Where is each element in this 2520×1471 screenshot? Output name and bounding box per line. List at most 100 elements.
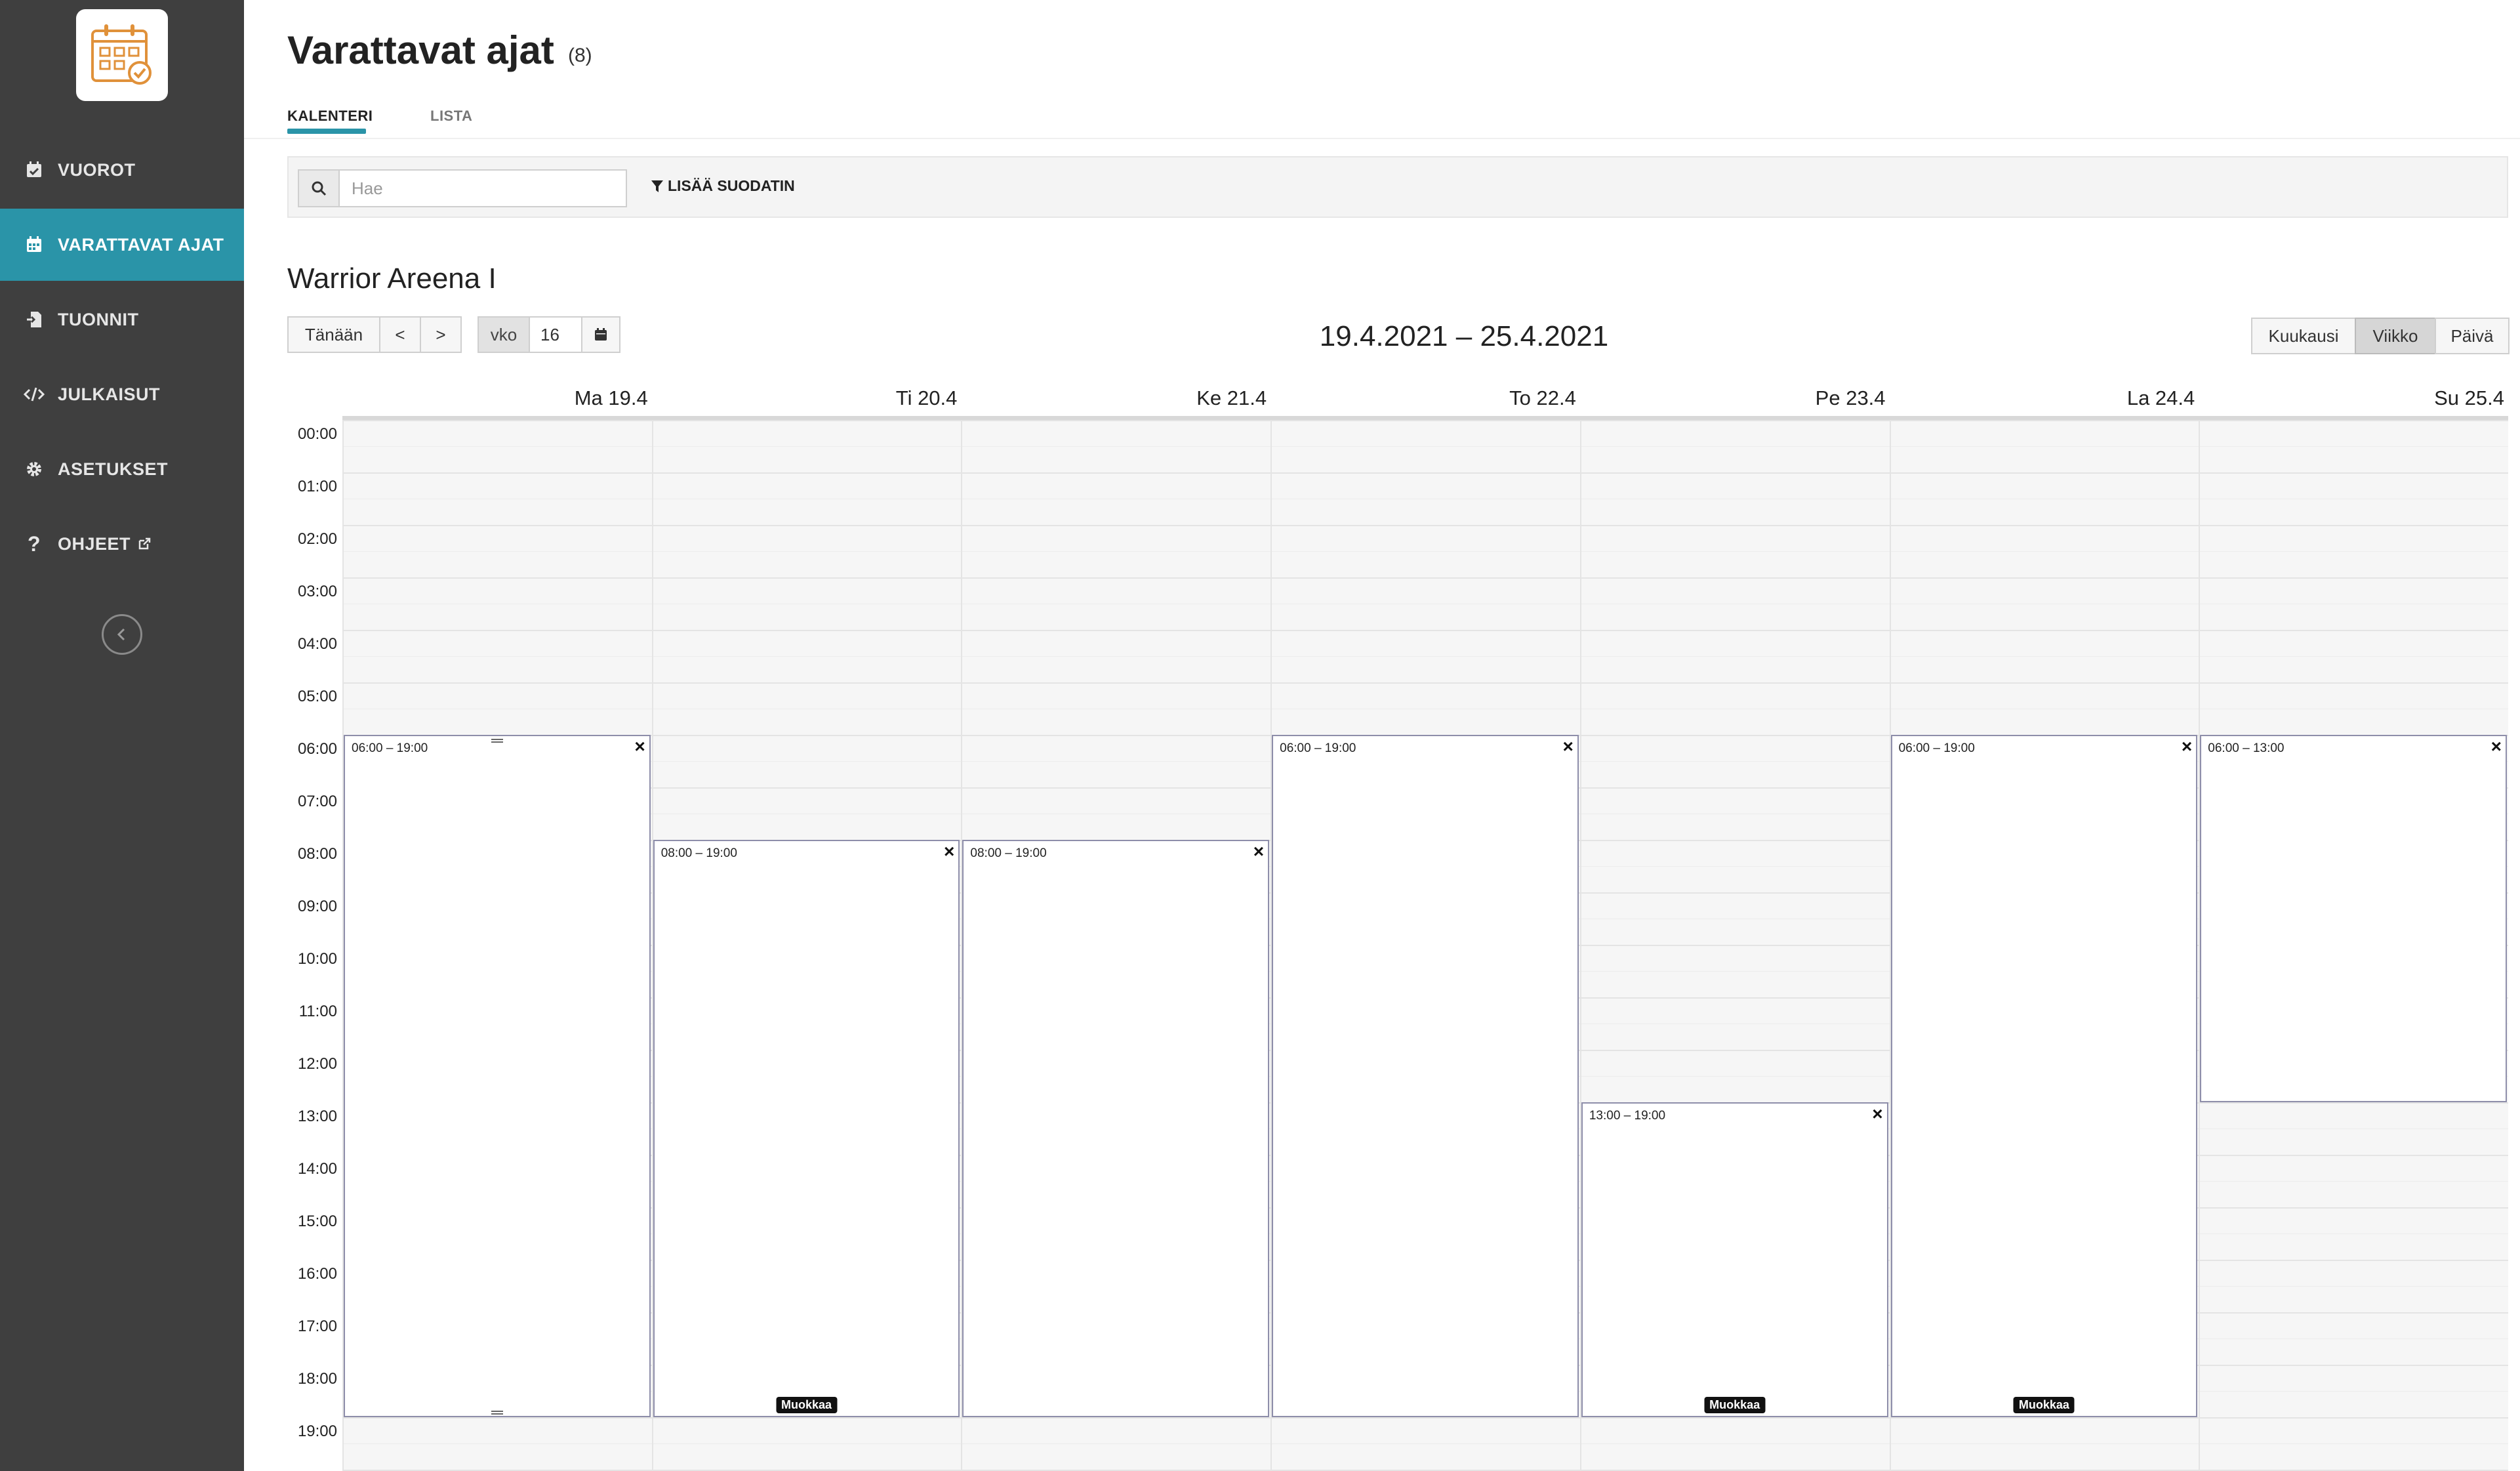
hour-label: 05:00 — [297, 688, 337, 705]
close-icon[interactable]: × — [2182, 737, 2192, 756]
calendar-check-icon — [22, 158, 46, 182]
day-header: Pe 23.4 — [1815, 386, 1886, 409]
bookable-slot[interactable]: 06:00 – 19:00 × — [1272, 735, 1579, 1417]
hour-gridline — [342, 630, 2508, 631]
view-day-button[interactable]: Päivä — [2435, 318, 2510, 354]
sidebar-item-vuorot[interactable]: VUOROT — [0, 134, 244, 206]
prev-week-button[interactable]: < — [379, 316, 421, 353]
sidebar-item-label: VARATTAVAT AJAT — [58, 234, 224, 255]
week-calendar: Ma 19.4 Ti 20.4 Ke 21.4 To 22.4 Pe 23.4 La 24… — [287, 381, 2508, 1471]
hour-label: 12:00 — [297, 1055, 337, 1073]
close-icon[interactable]: × — [1253, 842, 1264, 861]
day-header: Ti 20.4 — [895, 386, 958, 409]
day-header: Su 25.4 — [2434, 386, 2504, 409]
sidebar-item-julkaisut[interactable]: JULKAISUT — [0, 358, 244, 430]
close-icon[interactable]: × — [1562, 737, 1573, 756]
search-icon[interactable] — [299, 171, 340, 206]
hour-label: 03:00 — [297, 583, 337, 600]
resize-handle-bottom[interactable] — [491, 1411, 503, 1415]
edit-slot-button[interactable]: Muokkaa — [2013, 1397, 2075, 1413]
hour-label: 11:00 — [298, 1003, 337, 1020]
hour-label: 01:00 — [297, 478, 337, 495]
bookable-slot[interactable]: 08:00 – 19:00 × Muokkaa — [653, 840, 960, 1417]
sidebar-item-varattavat-ajat[interactable]: VARATTAVAT AJAT — [0, 209, 244, 281]
bookable-slot[interactable]: 13:00 – 19:00 × Muokkaa — [1581, 1102, 1888, 1417]
today-button[interactable]: Tänään — [287, 316, 380, 353]
filter-bar: LISÄÄ SUODATIN — [287, 156, 2508, 218]
hour-gridline — [342, 1417, 2508, 1419]
hour-gridline — [342, 577, 2508, 579]
hour-gridline — [342, 420, 2508, 421]
slot-time-label: 13:00 – 19:00 — [1589, 1109, 1666, 1123]
sidebar-item-label: VUOROT — [58, 159, 136, 180]
collapse-sidebar-button[interactable] — [102, 614, 142, 655]
bookable-slot[interactable]: 06:00 – 19:00 × — [344, 735, 651, 1417]
hour-label: 16:00 — [297, 1265, 337, 1283]
hour-label: 08:00 — [297, 845, 337, 863]
day-header: La 24.4 — [2126, 386, 2195, 409]
question-icon: ? — [27, 531, 41, 556]
gear-icon — [22, 457, 46, 481]
add-filter-label: LISÄÄ SUODATIN — [668, 177, 795, 194]
search-input[interactable] — [340, 171, 626, 206]
resize-handle-top[interactable] — [491, 739, 503, 743]
hour-label: 14:00 — [297, 1160, 337, 1178]
date-range-title: 19.4.2021 – 25.4.2021 — [1319, 320, 1609, 352]
sidebar-item-asetukset[interactable]: ASETUKSET — [0, 433, 244, 505]
hour-gridline — [342, 525, 2508, 526]
half-hour-gridline — [342, 446, 2508, 447]
view-month-button[interactable]: Kuukausi — [2251, 318, 2356, 354]
add-filter-button[interactable]: LISÄÄ SUODATIN — [651, 177, 795, 195]
close-icon[interactable]: × — [1872, 1105, 1882, 1123]
close-icon[interactable]: × — [944, 842, 954, 861]
day-header: To 22.4 — [1509, 386, 1576, 409]
sidebar-item-label: ASETUKSET — [58, 459, 169, 479]
hour-label: 06:00 — [297, 740, 337, 758]
venue-title: Warrior Areena I — [287, 262, 497, 295]
week-picker-button[interactable] — [581, 316, 620, 353]
calendar-icon — [595, 328, 607, 341]
calendar-grid-icon — [22, 233, 46, 257]
hour-label: 15:00 — [297, 1212, 337, 1230]
next-week-button[interactable]: > — [420, 316, 462, 353]
edit-slot-button[interactable]: Muokkaa — [1704, 1397, 1766, 1413]
slot-time-label: 06:00 – 19:00 — [352, 741, 428, 755]
hour-label: 09:00 — [297, 898, 337, 915]
day-header: Ke 21.4 — [1196, 386, 1267, 409]
close-icon[interactable]: × — [2491, 737, 2502, 756]
slot-time-label: 06:00 – 13:00 — [2208, 741, 2285, 755]
slot-time-label: 08:00 – 19:00 — [660, 846, 737, 860]
sidebar-item-label: JULKAISUT — [58, 384, 161, 404]
bookable-slot[interactable]: 08:00 – 19:00 × — [962, 840, 1270, 1417]
hour-label: 19:00 — [297, 1422, 337, 1440]
hour-label: 07:00 — [297, 793, 337, 810]
search-group — [298, 169, 627, 207]
hour-gridline — [342, 472, 2508, 474]
hour-label: 04:00 — [297, 635, 337, 653]
slot-time-label: 06:00 – 19:00 — [1898, 741, 1975, 755]
sidebar-item-tuonnit[interactable]: TUONNIT — [0, 283, 244, 356]
close-icon[interactable]: × — [634, 737, 645, 756]
hour-label: 10:00 — [297, 950, 337, 968]
sidebar-item-label: TUONNIT — [58, 309, 139, 329]
tab-lista[interactable]: LISTA — [430, 108, 472, 125]
bookable-slot[interactable]: 06:00 – 19:00 × Muokkaa — [1890, 735, 2198, 1417]
chevron-left-icon — [117, 628, 125, 641]
main-content: Varattavat ajat (8) KALENTERI LISTA LISÄ… — [244, 0, 2520, 1471]
page-count-badge: (8) — [568, 45, 592, 66]
hour-label: 00:00 — [297, 425, 337, 443]
tab-kalenteri[interactable]: KALENTERI — [287, 108, 373, 125]
sidebar-item-ohjeet[interactable]: ? OHJEET — [0, 508, 244, 580]
calendar-grid[interactable]: 06:00 – 19:00 × 08:00 – 19:00 × Muokkaa 08:00… — [342, 420, 2508, 1471]
half-hour-gridline — [342, 551, 2508, 552]
edit-slot-button[interactable]: Muokkaa — [776, 1397, 838, 1413]
week-number-input[interactable] — [530, 316, 582, 353]
bookable-slot[interactable]: 06:00 – 13:00 × — [2200, 735, 2507, 1102]
week-label: vko — [478, 316, 530, 353]
code-icon — [22, 383, 46, 406]
view-week-button[interactable]: Viikko — [2355, 318, 2436, 354]
hour-label: 02:00 — [297, 530, 337, 548]
slot-time-label: 08:00 – 19:00 — [970, 846, 1047, 860]
app-logo[interactable] — [76, 9, 168, 101]
half-hour-gridline — [342, 1443, 2508, 1444]
